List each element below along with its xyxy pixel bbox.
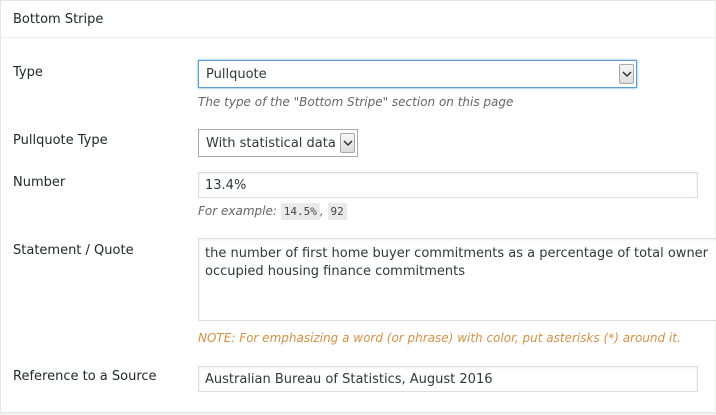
pullquote-type-select-arrow[interactable] — [340, 133, 355, 153]
statement-label: Statement / Quote — [13, 243, 134, 258]
pullquote-type-label: Pullquote Type — [13, 133, 108, 148]
statement-textarea[interactable]: the number of first home buyer commitmen… — [198, 238, 716, 321]
example-separator: , — [319, 204, 324, 218]
type-description: The type of the "Bottom Stripe" section … — [198, 95, 514, 109]
statement-textarea-value: the number of first home buyer commitmen… — [205, 246, 709, 279]
chevron-down-icon — [343, 140, 353, 147]
type-select[interactable]: Pullquote — [198, 60, 637, 88]
number-input-value: 13.4% — [205, 178, 247, 193]
type-select-arrow[interactable] — [619, 64, 634, 84]
number-description-prefix: For example: — [198, 204, 277, 218]
panel-title: Bottom Stripe — [13, 12, 104, 27]
number-label: Number — [13, 175, 66, 190]
example-code-2: 92 — [327, 203, 347, 220]
chevron-down-icon — [622, 71, 632, 78]
statement-note: NOTE: For emphasizing a word (or phrase)… — [198, 331, 681, 345]
panel-header: Bottom Stripe — [1, 1, 715, 38]
source-input-value: Australian Bureau of Statistics, August … — [205, 372, 493, 387]
number-description: For example: 14.5%, 92 — [198, 203, 347, 220]
bottom-stripe-panel: Bottom Stripe Type Pullquote The type of… — [0, 0, 716, 413]
pullquote-type-select[interactable]: With statistical data — [198, 129, 358, 157]
source-label: Reference to a Source — [13, 369, 157, 384]
type-label: Type — [13, 65, 43, 80]
type-select-value: Pullquote — [206, 67, 267, 82]
example-code-1: 14.5% — [280, 203, 320, 220]
number-input[interactable]: 13.4% — [198, 172, 698, 198]
source-input[interactable]: Australian Bureau of Statistics, August … — [198, 366, 698, 392]
pullquote-type-select-value: With statistical data — [206, 136, 336, 151]
